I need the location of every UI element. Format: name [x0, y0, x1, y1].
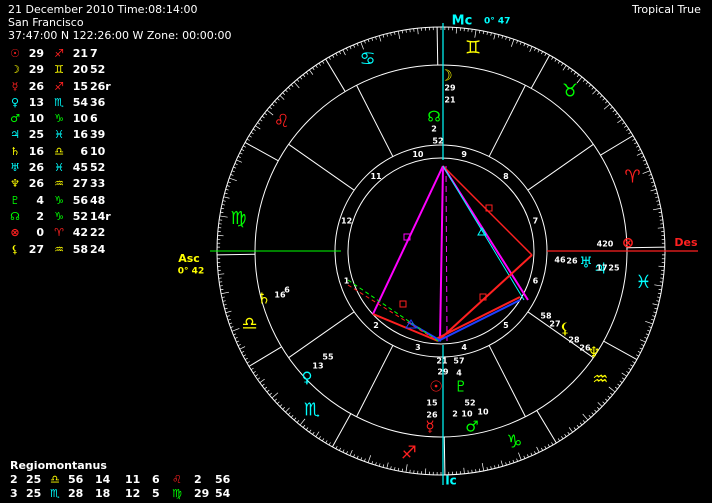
planet-glyph-icon: ☿ — [425, 418, 434, 436]
planet-degree-label: 13 — [312, 362, 323, 371]
house-number: 10 — [412, 150, 424, 159]
zodiac-sign-icon: ♍ — [230, 208, 246, 229]
planet-degree-label: 27 — [549, 320, 560, 329]
planet-glyph-icon: ♇ — [454, 378, 467, 396]
chart-wheel[interactable]: ♐♑♒♓♈♉♊♋♌♍♎♏ 123 456789101112 Mc 0° 47IcAs… — [0, 0, 712, 503]
planet-degree-label: 15 — [426, 399, 438, 408]
planet-glyph-icon: ♅ — [579, 254, 592, 272]
planet-glyph-icon: ☊ — [427, 108, 440, 126]
zodiac-sign-icon: ♈ — [624, 167, 640, 188]
planet-degree-label: 29 — [437, 368, 449, 377]
planet-degree-label: 26 — [579, 344, 591, 353]
zodiac-sign-icon: ♎ — [242, 313, 258, 334]
planet-degree-label: 52 — [464, 399, 475, 408]
planet-degree-label: 46 — [554, 256, 566, 265]
planet-degree-label: 57 — [453, 357, 464, 366]
house-number: 11 — [370, 172, 382, 181]
house-number: 3 — [415, 343, 421, 352]
planet-degree-label: 420 — [597, 240, 614, 249]
asc-degree: 0° 42 — [178, 267, 204, 277]
planet-degree-label: 25 — [608, 264, 620, 273]
planet-glyph-icon: ♀ — [302, 369, 313, 387]
planet-glyph-icon: ♂ — [465, 418, 478, 436]
planet-degree-label: 10 — [477, 408, 489, 417]
house-number: 4 — [461, 343, 467, 352]
zodiac-sign-icon: ♉ — [562, 81, 578, 102]
zodiac-sign-icon: ♊ — [465, 38, 481, 59]
house-number: 6 — [533, 276, 539, 285]
planet-glyph-icon: ☽ — [439, 67, 452, 85]
planet-degree-label: 21 — [436, 357, 448, 366]
planet-degree-label: 6 — [284, 286, 290, 295]
planet-degree-label: 4 — [456, 369, 462, 378]
house-number: 7 — [533, 217, 539, 226]
house-number: 9 — [461, 150, 467, 159]
zodiac-sign-icon: ♋ — [359, 49, 375, 70]
ic-label: Ic — [445, 474, 457, 488]
zodiac-sign-icon: ♑ — [506, 431, 522, 452]
planet-glyph-icon: ⊗ — [622, 234, 635, 252]
planet-degree-label: 52 — [432, 137, 443, 146]
house-number: 2 — [373, 321, 379, 330]
zodiac-sign-icon: ♏ — [304, 399, 320, 420]
planet-glyph-icon: ☉ — [429, 378, 442, 396]
planet-degree-label: 29 — [444, 84, 456, 93]
zodiac-sign-icon: ♌ — [274, 111, 290, 132]
planet-degree-label: 2 — [431, 125, 437, 134]
planet-degree-label: 2 — [452, 410, 458, 419]
planet-degree-label: 17 — [596, 264, 607, 273]
zodiac-sign-icon: ♒ — [592, 369, 608, 390]
zodiac-sign-icon: ♐ — [401, 442, 417, 463]
house-number: 5 — [503, 321, 509, 330]
astrology-chart-window: 21 December 2010 Time:08:14:00 San Franc… — [0, 0, 712, 503]
mc-label: Mc — [452, 14, 473, 29]
zodiac-sign-icon: ♓ — [635, 272, 651, 293]
planet-degree-label: 55 — [322, 353, 334, 362]
des-label: Des — [674, 236, 698, 249]
planet-degree-label: 26 — [566, 257, 578, 266]
house-number: 8 — [503, 172, 509, 181]
asc-label: Asc — [178, 252, 200, 265]
planet-glyph-icon: ♄ — [257, 290, 270, 308]
aspect-lines — [347, 165, 533, 342]
planet-degree-label: 28 — [568, 336, 580, 345]
mc-degree: 0° 47 — [484, 17, 510, 27]
house-number: 12 — [341, 217, 352, 226]
planet-degree-label: 21 — [444, 96, 456, 105]
